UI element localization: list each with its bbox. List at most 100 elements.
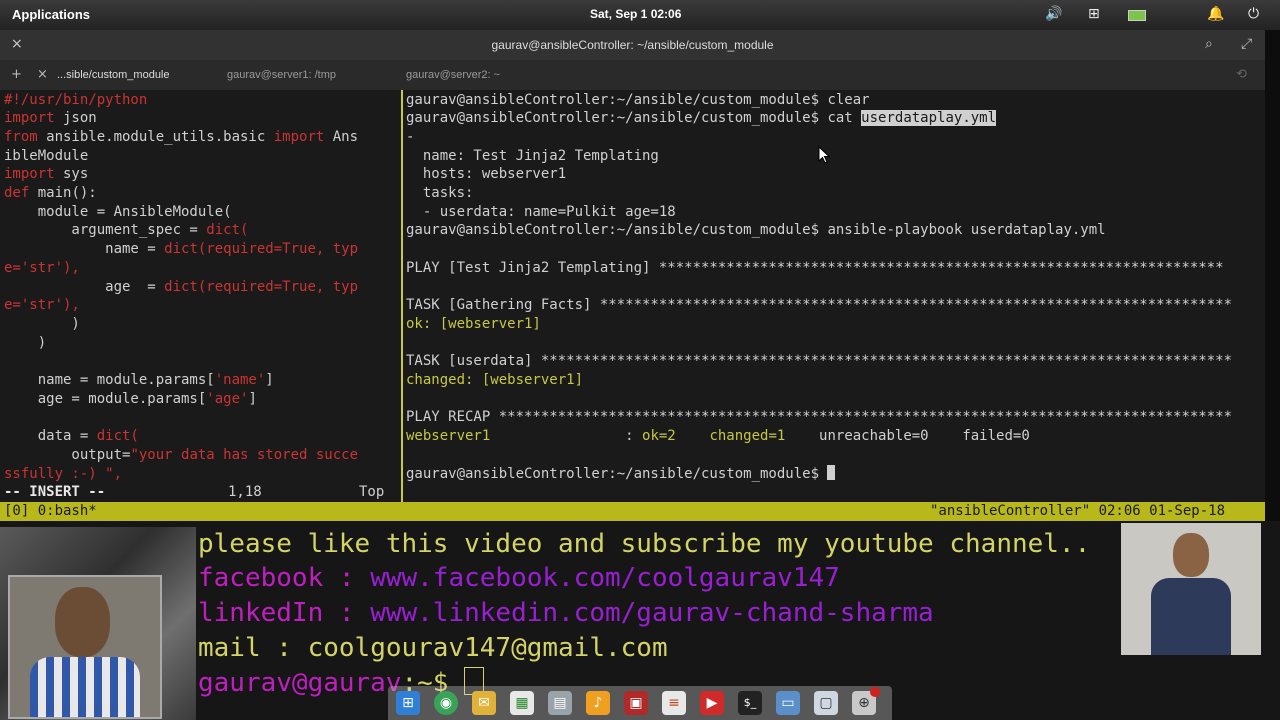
window-title: gaurav@ansibleController: ~/ansible/cust… bbox=[491, 38, 774, 52]
notification-badge bbox=[870, 687, 880, 697]
task-header: TASK [Gathering Facts] *****************… bbox=[406, 297, 1233, 314]
yaml-line: - userdata: name=Pulkit age=18 bbox=[406, 203, 676, 220]
code-line: #!/usr/bin/python bbox=[4, 91, 148, 108]
search-icon[interactable]: ⌕ bbox=[1205, 36, 1213, 52]
recap-sep: : bbox=[490, 428, 643, 445]
pane-divider[interactable] bbox=[401, 90, 403, 502]
yaml-line: name: Test Jinja2 Templating bbox=[406, 147, 659, 164]
folder-icon[interactable]: ▭ bbox=[776, 691, 800, 715]
builtin: dict( bbox=[96, 428, 139, 445]
command: ansible-playbook userdataplay.yml bbox=[819, 222, 1106, 239]
code-text: sys bbox=[54, 166, 89, 183]
command: cat bbox=[819, 110, 862, 127]
new-tab-button[interactable]: + bbox=[11, 67, 22, 82]
tab-server2[interactable]: gaurav@server2: ~ bbox=[406, 69, 500, 81]
string: 'name' bbox=[214, 372, 266, 388]
applications-menu[interactable]: Applications bbox=[12, 7, 90, 22]
keyword: import bbox=[4, 110, 55, 127]
tab-bar: + × ...sible/custom_module gaurav@server… bbox=[0, 60, 1265, 90]
facebook-link[interactable]: www.facebook.com/coolgaurav147 bbox=[370, 563, 840, 593]
presenter-shirt bbox=[30, 657, 140, 717]
mail-icon[interactable]: ✉ bbox=[472, 691, 496, 715]
prompt: gaurav@ansibleController:~/ansible/custo… bbox=[406, 110, 820, 127]
monitor-icon[interactable]: ▢ bbox=[814, 691, 838, 715]
close-tab-icon[interactable]: × bbox=[37, 67, 48, 82]
builtin: dict( bbox=[206, 222, 249, 239]
mail-label: mail : bbox=[198, 633, 308, 663]
string: "your data has stored succe bbox=[130, 446, 359, 463]
code-text: ibleModule bbox=[4, 147, 89, 164]
code-text: json bbox=[54, 110, 97, 127]
tmux-host-clock: "ansibleController" 02:06 01-Sep-18 bbox=[930, 503, 1226, 519]
vim-cursor-position: 1,18 bbox=[228, 484, 262, 501]
presentation-icon[interactable]: ▣ bbox=[624, 691, 648, 715]
dock: ⊞ ◉ ✉ ▦ ▤ ♪ ▣ ≡ ▶ $_ ▭ ▢ ⊕ bbox=[388, 686, 892, 720]
yaml-line: hosts: webserver1 bbox=[406, 166, 567, 183]
builtin: dict(required=True, typ bbox=[164, 278, 359, 295]
shell-prompt-user: gaurav@gaurav bbox=[198, 668, 402, 698]
music-icon[interactable]: ♪ bbox=[586, 691, 610, 715]
webcam-presenter-secondary bbox=[1121, 523, 1261, 655]
code-text: name = bbox=[4, 241, 165, 258]
recap-header: PLAY RECAP *****************************… bbox=[406, 409, 1233, 426]
keyword: import bbox=[273, 128, 325, 145]
code-text: main(): bbox=[29, 185, 97, 201]
files-icon[interactable]: ▤ bbox=[548, 691, 572, 715]
task-ok: ok: [webserver1] bbox=[406, 315, 541, 332]
subscribe-text: please like this video and subscribe my … bbox=[198, 529, 1091, 559]
code-text: argument_spec = bbox=[4, 222, 207, 239]
fullscreen-icon[interactable]: ⤢ bbox=[1241, 36, 1252, 52]
recap-ok: ok=2 bbox=[642, 428, 676, 445]
video-icon[interactable]: ▶ bbox=[700, 691, 724, 715]
code-text: name = module.params[ bbox=[4, 372, 215, 388]
mouse-pointer-icon bbox=[818, 146, 830, 164]
facebook-label: facebook : bbox=[198, 563, 371, 593]
code-text: ) bbox=[4, 315, 80, 332]
spreadsheet-icon[interactable]: ▦ bbox=[510, 691, 534, 715]
tab-custom-module[interactable]: ...sible/custom_module bbox=[57, 69, 170, 81]
vim-scroll-position: Top bbox=[359, 484, 385, 501]
code-text: age = bbox=[4, 278, 165, 295]
tab-server1[interactable]: gaurav@server1: /tmp bbox=[227, 69, 336, 81]
task-header: TASK [userdata] ************************… bbox=[406, 353, 1233, 370]
selected-text[interactable]: userdataplay.yml bbox=[861, 110, 997, 127]
command: clear bbox=[819, 91, 870, 108]
webcam-presenter bbox=[0, 527, 196, 720]
code-text: output= bbox=[4, 446, 131, 463]
code-text: ) bbox=[4, 334, 47, 351]
restore-tab-icon[interactable]: ⟲ bbox=[1236, 67, 1247, 82]
keyword: def bbox=[4, 185, 30, 201]
tmux-window-list[interactable]: [0] 0:bash* bbox=[4, 503, 97, 519]
top-panel: Applications Sat, Sep 1 02:06 🔊 ⊞ 🔔 ⏻ bbox=[0, 0, 1280, 30]
task-changed: changed: [webserver1] bbox=[406, 372, 584, 388]
yaml-line: tasks: bbox=[406, 185, 474, 201]
linkedin-link[interactable]: www.linkedin.com/gaurav-chand-sharma bbox=[370, 598, 934, 628]
linkedin-label: linkedIn : bbox=[198, 598, 371, 628]
notification-icon[interactable]: 🔔 bbox=[1207, 6, 1224, 22]
browser-icon[interactable]: ◉ bbox=[434, 691, 458, 715]
tmux-status-bar: [0] 0:bash* "ansibleController" 02:06 01… bbox=[0, 502, 1265, 521]
presenter-head bbox=[1173, 533, 1209, 577]
terminal-content[interactable]: #!/usr/bin/python import json from ansib… bbox=[0, 90, 1265, 520]
network-icon[interactable]: ⊞ bbox=[1088, 6, 1100, 22]
recap-host: webserver1 bbox=[406, 428, 491, 445]
code-text: ] bbox=[265, 372, 274, 388]
code-text: ] bbox=[248, 390, 257, 407]
yaml-line: - bbox=[406, 128, 415, 145]
keyword: from bbox=[4, 128, 38, 145]
windows-icon[interactable]: ⊞ bbox=[396, 691, 420, 715]
document-icon[interactable]: ≡ bbox=[662, 691, 686, 715]
clock[interactable]: Sat, Sep 1 02:06 bbox=[590, 7, 681, 21]
terminal-titlebar: × gaurav@ansibleController: ~/ansible/cu… bbox=[0, 30, 1265, 60]
mail-address[interactable]: coolgourav147@gmail.com bbox=[308, 633, 668, 663]
string: ssfully :-) ", bbox=[4, 465, 123, 482]
power-icon[interactable]: ⏻ bbox=[1248, 6, 1259, 22]
battery-icon[interactable] bbox=[1128, 9, 1146, 25]
prompt: gaurav@ansibleController:~/ansible/custo… bbox=[406, 222, 820, 239]
terminal-icon[interactable]: $_ bbox=[738, 691, 762, 715]
code-text: Ans bbox=[324, 128, 359, 145]
prompt: gaurav@ansibleController:~/ansible/custo… bbox=[406, 91, 820, 108]
vim-mode-indicator: -- INSERT -- bbox=[4, 484, 106, 501]
volume-icon[interactable]: 🔊 bbox=[1045, 6, 1062, 22]
code-text: e='str'), bbox=[4, 297, 80, 314]
